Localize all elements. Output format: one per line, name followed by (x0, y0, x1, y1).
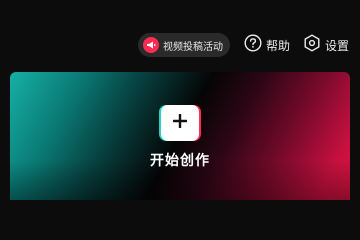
top-bar: 视频投稿活动 帮助 设置 (0, 30, 360, 60)
settings-button[interactable]: 设置 (303, 33, 349, 57)
video-activity-label: 视频投稿活动 (163, 41, 223, 53)
create-button[interactable] (159, 105, 201, 141)
video-activity-button[interactable]: 视频投稿活动 (138, 33, 230, 57)
creator-home-screen: 视频投稿活动 帮助 设置 开始创作 (0, 0, 360, 200)
question-circle-icon (244, 34, 262, 56)
help-button[interactable]: 帮助 (244, 33, 290, 57)
start-creating-label: 开始创作 (150, 153, 210, 169)
hexagon-gear-icon (303, 34, 321, 56)
create-button-face (161, 105, 199, 141)
help-label: 帮助 (266, 38, 291, 53)
plus-icon (172, 113, 188, 133)
settings-label: 设置 (325, 38, 350, 53)
start-creating-card[interactable]: 开始创作 (10, 72, 350, 200)
megaphone-icon (143, 37, 159, 53)
